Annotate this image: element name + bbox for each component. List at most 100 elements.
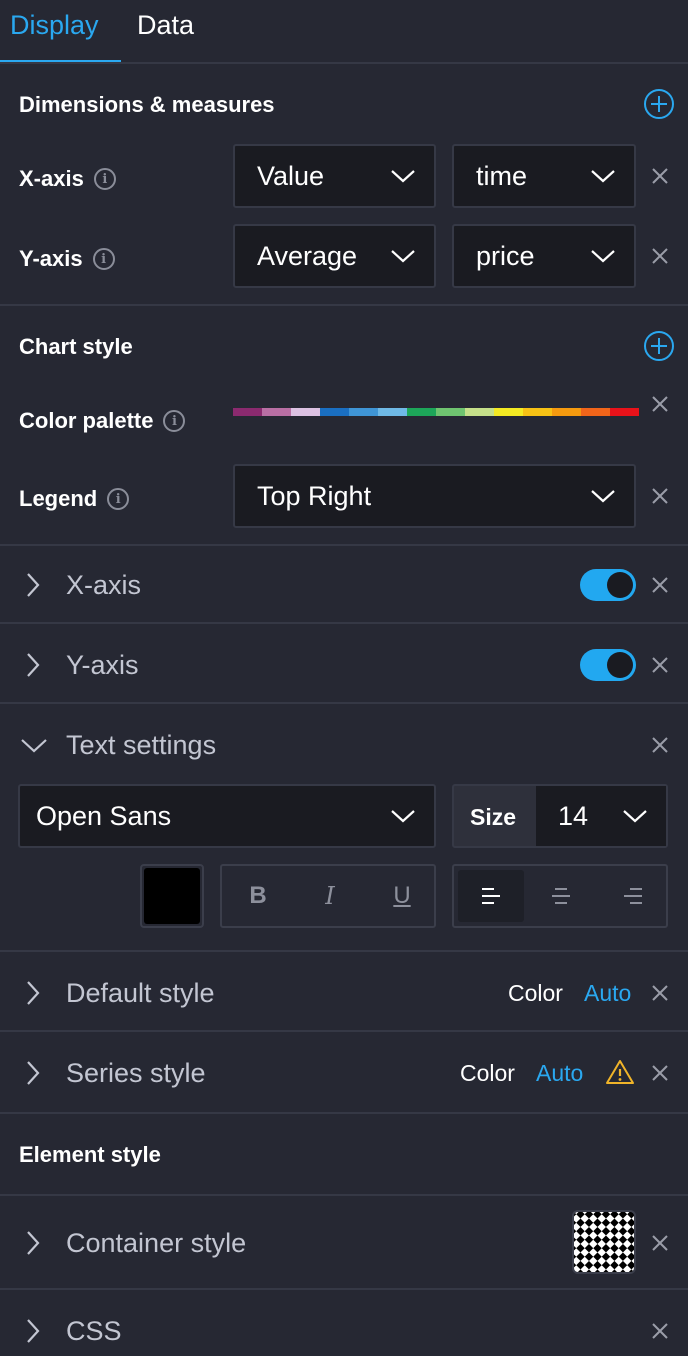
add-chart-style-icon[interactable] (643, 330, 675, 362)
x-axis-toggle[interactable] (580, 569, 636, 601)
divider (0, 702, 688, 704)
remove-y-axis-settings-close-icon[interactable] (651, 656, 669, 674)
palette-color-1 (262, 408, 291, 416)
remove-text-settings-close-icon[interactable] (651, 736, 669, 754)
chevron-down-icon (591, 170, 615, 183)
divider (0, 1194, 688, 1196)
container-style-title[interactable]: Container style (66, 1228, 246, 1259)
remove-x-axis-close-icon[interactable] (651, 167, 669, 185)
palette-color-8 (465, 408, 494, 416)
palette-color-6 (407, 408, 436, 416)
palette-color-0 (233, 408, 262, 416)
chevron-right-icon[interactable] (24, 980, 42, 1006)
divider (0, 622, 688, 624)
y-axis-field-value: price (476, 240, 535, 271)
series-style-color-value[interactable]: Auto (536, 1060, 583, 1087)
align-right-icon (624, 888, 642, 904)
x-axis-aggregation-value: Value (257, 160, 325, 191)
chevron-down-icon (591, 490, 615, 503)
bold-button[interactable]: B (222, 866, 294, 926)
element-style-section-title: Element style (19, 1142, 161, 1167)
palette-color-4 (349, 408, 378, 416)
color-palette-label: Color palette i (19, 408, 186, 434)
font-family-select[interactable]: Open Sans (18, 784, 436, 848)
y-axis-aggregation-select[interactable]: Average (233, 224, 436, 288)
font-size-label: Size (470, 804, 517, 830)
default-style-title[interactable]: Default style (66, 978, 215, 1009)
x-axis-field-value: time (476, 160, 528, 191)
align-right-button[interactable] (598, 870, 664, 922)
dimensions-section-title: Dimensions & measures (19, 92, 275, 117)
text-style-group: B I U (220, 864, 436, 928)
add-dimension-icon[interactable] (643, 88, 675, 120)
chevron-down-icon (591, 250, 615, 263)
color-palette-label-text: Color palette (19, 408, 154, 433)
divider (0, 544, 688, 546)
palette-color-3 (320, 408, 349, 416)
text-align-group (452, 864, 668, 928)
remove-container-style-close-icon[interactable] (651, 1234, 669, 1252)
info-icon[interactable]: i (163, 410, 186, 432)
align-center-button[interactable] (528, 870, 594, 922)
chevron-down-icon (391, 810, 415, 823)
default-style-color-label: Color (508, 980, 563, 1006)
legend-position-select[interactable]: Top Right (233, 464, 636, 528)
align-left-icon (482, 888, 500, 904)
info-icon[interactable]: i (93, 168, 116, 190)
x-axis-aggregation-select[interactable]: Value (233, 144, 436, 208)
series-style-title[interactable]: Series style (66, 1058, 206, 1089)
align-left-button[interactable] (458, 870, 524, 922)
chevron-down-icon (391, 170, 415, 183)
italic-button[interactable]: I (294, 866, 366, 926)
text-settings-title[interactable]: Text settings (66, 730, 216, 761)
y-axis-label: Y-axis i (19, 246, 115, 272)
divider (0, 950, 688, 952)
legend-label-text: Legend (19, 486, 98, 511)
chevron-right-icon[interactable] (24, 652, 42, 678)
chevron-right-icon[interactable] (24, 1060, 42, 1086)
remove-y-axis-close-icon[interactable] (651, 247, 669, 265)
chevron-down-icon (391, 250, 415, 263)
underline-button[interactable]: U (366, 866, 438, 926)
y-axis-settings-title[interactable]: Y-axis (66, 650, 139, 681)
font-size-value: 14 (558, 800, 589, 831)
tab-data[interactable]: Data (137, 10, 194, 41)
divider (0, 1030, 688, 1032)
warning-icon (606, 1060, 634, 1084)
remove-x-axis-settings-close-icon[interactable] (651, 576, 669, 594)
remove-default-style-close-icon[interactable] (651, 984, 669, 1002)
y-axis-label-text: Y-axis (19, 246, 83, 271)
series-style-color-label: Color (460, 1060, 515, 1086)
chevron-right-icon[interactable] (24, 572, 42, 598)
x-axis-field-select[interactable]: time (452, 144, 636, 208)
palette-color-5 (378, 408, 407, 416)
font-size-control[interactable]: Size 14 (452, 784, 668, 848)
css-title[interactable]: CSS (66, 1316, 122, 1347)
divider (0, 1112, 688, 1114)
align-center-icon (552, 888, 570, 904)
y-axis-toggle[interactable] (580, 649, 636, 681)
x-axis-label-text: X-axis (19, 166, 84, 191)
remove-legend-close-icon[interactable] (651, 487, 669, 505)
palette-color-11 (552, 408, 581, 416)
x-axis-settings-title[interactable]: X-axis (66, 570, 141, 601)
info-icon[interactable]: i (107, 488, 130, 510)
remove-css-close-icon[interactable] (651, 1322, 669, 1340)
remove-color-palette-close-icon[interactable] (651, 395, 669, 413)
y-axis-field-select[interactable]: price (452, 224, 636, 288)
tab-display[interactable]: Display (10, 10, 99, 41)
info-icon[interactable]: i (92, 248, 115, 270)
chevron-down-icon[interactable] (20, 737, 48, 755)
divider (0, 304, 688, 306)
divider (0, 62, 688, 64)
transparent-background-swatch[interactable] (572, 1210, 636, 1274)
color-palette-swatch[interactable] (233, 408, 639, 416)
palette-color-13 (610, 408, 639, 416)
palette-color-10 (523, 408, 552, 416)
font-size-select[interactable]: 14 (536, 786, 666, 846)
default-style-color-value[interactable]: Auto (584, 980, 631, 1007)
chevron-right-icon[interactable] (24, 1318, 42, 1344)
text-color-picker[interactable] (140, 864, 204, 928)
chevron-right-icon[interactable] (24, 1230, 42, 1256)
remove-series-style-close-icon[interactable] (651, 1064, 669, 1082)
